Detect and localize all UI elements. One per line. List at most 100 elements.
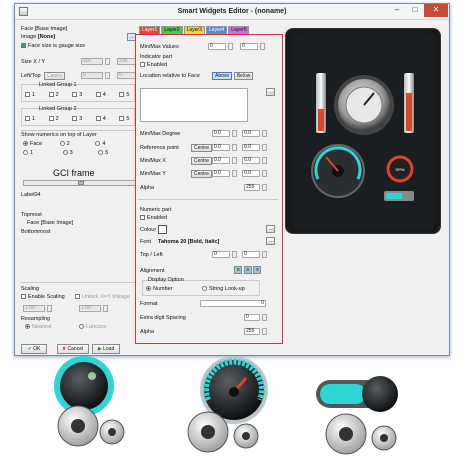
radio-lanczos[interactable]: Lanczos (79, 324, 107, 330)
radio-4[interactable]: 4 (95, 141, 105, 147)
link2-check-1[interactable]: 1 (25, 116, 35, 122)
size-x-spinner[interactable] (104, 58, 110, 65)
font-button[interactable]: … (266, 237, 275, 245)
extra-spacing-label: Extra digit Spacing (140, 315, 186, 321)
minmax-y-b-spinner[interactable] (261, 170, 267, 177)
alpha-spinner[interactable] (261, 184, 267, 191)
left-spinner[interactable] (104, 72, 110, 79)
toggle-gears-icon (316, 376, 398, 455)
indicator-enabled-checkbox[interactable]: Enabled (140, 62, 167, 68)
degree-min-field[interactable]: 0.0 (212, 130, 230, 137)
radio-1[interactable]: 1 (23, 150, 33, 156)
tab-layer5[interactable]: Layer5 (228, 26, 250, 34)
numeric-enabled-checkbox[interactable]: Enabled (140, 215, 167, 221)
link1-check-4[interactable]: 4 (95, 92, 106, 98)
align-center-icon[interactable]: ≡ (243, 266, 252, 274)
tab-layer3[interactable]: Layer3 (183, 26, 205, 34)
scroll-thumb[interactable] (78, 181, 84, 185)
link2-check-3[interactable]: 3 (72, 116, 82, 122)
indicator-image-box[interactable] (140, 88, 248, 122)
enable-scaling-checkbox[interactable]: Enable Scaling (21, 294, 65, 300)
degree-max-spinner[interactable] (261, 130, 267, 137)
layer-order-face[interactable]: Face [Base Image] (27, 220, 73, 226)
size-x-field[interactable]: 200 (81, 58, 103, 65)
minmax-y-b-field[interactable]: 0.0 (242, 170, 261, 177)
topleft-a-spinner[interactable] (231, 251, 237, 258)
refpoint-centre-button[interactable]: Centre (191, 144, 213, 152)
topmost-label: Topmost (21, 212, 42, 218)
degree-min-spinner[interactable] (231, 130, 237, 137)
size-label: Size X / Y (21, 59, 46, 65)
max-value-spinner[interactable] (259, 43, 265, 50)
minmax-x-b-spinner[interactable] (261, 157, 267, 164)
refpoint-label: Reference point (140, 145, 179, 151)
below-button[interactable]: Below (233, 72, 254, 80)
colour-swatch[interactable] (158, 225, 167, 234)
minmax-x-a-field[interactable]: 0.0 (212, 157, 230, 164)
scale-y-field[interactable]: 1.00 (79, 305, 101, 312)
alpha2-label: Alpha (140, 329, 155, 335)
scale-y-spinner[interactable] (102, 305, 108, 312)
left-centre-button[interactable]: Centre (44, 72, 66, 80)
maximize-button[interactable]: □ (406, 4, 424, 17)
gauge-size-checkbox[interactable]: Face size is gauge size (21, 43, 85, 49)
tab-layer2[interactable]: Layer2 (161, 26, 183, 34)
above-button[interactable]: Above (212, 72, 233, 80)
minmax-y-centre-button[interactable]: Centre (191, 170, 213, 178)
close-button[interactable]: ✕ (424, 4, 448, 17)
minimize-button[interactable]: – (388, 4, 406, 17)
radio-face[interactable]: Face (23, 141, 42, 147)
alpha-field[interactable]: 255 (244, 184, 260, 191)
extra-spacing-spinner[interactable] (261, 314, 267, 321)
link2-check-2[interactable]: 2 (48, 116, 59, 122)
radio-string-lookup[interactable]: String Look-up (202, 286, 245, 292)
alpha2-field[interactable]: 255 (244, 328, 260, 335)
degree-max-field[interactable]: 0.0 (242, 130, 261, 137)
colour-button[interactable]: … (266, 225, 275, 233)
layer-scrollbar[interactable] (23, 180, 139, 186)
radio-nearest[interactable]: Nearest (25, 324, 51, 330)
min-value-field[interactable]: 0 (208, 43, 226, 50)
radio-5[interactable]: 5 (98, 150, 108, 156)
link1-check-5[interactable]: 5 (119, 92, 129, 98)
rpm-gauge: RPM (386, 155, 414, 183)
align-left-icon[interactable]: ≡ (234, 266, 242, 274)
min-value-spinner[interactable] (227, 43, 233, 50)
radio-2[interactable]: 2 (59, 141, 70, 147)
align-right-icon[interactable]: ≡ (253, 266, 262, 274)
topleft-a-field[interactable]: 0 (212, 251, 230, 258)
scale-x-field[interactable]: 1.00 (23, 305, 45, 312)
alignment-label: Alignment (140, 268, 165, 274)
minmax-y-a-field[interactable]: 0.0 (212, 170, 230, 177)
minmax-x-a-spinner[interactable] (231, 157, 237, 164)
gauge-size-check-icon (21, 43, 26, 49)
ref-y-field[interactable]: 0.0 (242, 144, 261, 151)
format-field[interactable]: 0 (200, 300, 266, 307)
ref-y-spinner[interactable] (261, 144, 267, 151)
radio-number[interactable]: Number (146, 286, 173, 292)
link1-check-3[interactable]: 3 (72, 92, 82, 98)
unlock-linkage-checkbox[interactable]: Unlock X=Y linkage (75, 294, 130, 300)
topleft-b-spinner[interactable] (261, 251, 267, 258)
ref-x-spinner[interactable] (231, 144, 237, 151)
indicator-browse-button[interactable]: … (266, 88, 275, 96)
scale-x-spinner[interactable] (46, 305, 52, 312)
left-field[interactable]: 0 (81, 72, 103, 79)
topleft-b-field[interactable]: 0 (242, 251, 261, 258)
link1-check-2[interactable]: 2 (48, 92, 59, 98)
degree-label: Min/Max Degree (140, 131, 181, 137)
tab-layer4[interactable]: Layer4 (205, 26, 228, 34)
minmax-x-b-field[interactable]: 0.0 (242, 157, 261, 164)
extra-spacing-field[interactable]: 0 (244, 314, 260, 321)
minmax-x-centre-button[interactable]: Centre (191, 157, 213, 165)
ref-x-field[interactable]: 0.0 (212, 144, 230, 151)
radio-3[interactable]: 3 (62, 150, 73, 156)
tab-layer1[interactable]: Layer1 (139, 26, 161, 34)
alpha2-spinner[interactable] (261, 328, 267, 335)
max-value-field[interactable]: 0 (240, 43, 259, 50)
link1-check-1[interactable]: 1 (25, 92, 35, 98)
link2-check-4[interactable]: 4 (95, 116, 106, 122)
minmax-y-a-spinner[interactable] (231, 170, 237, 177)
lefttop-label: Left/Top (21, 73, 41, 79)
link2-check-5[interactable]: 5 (119, 116, 129, 122)
